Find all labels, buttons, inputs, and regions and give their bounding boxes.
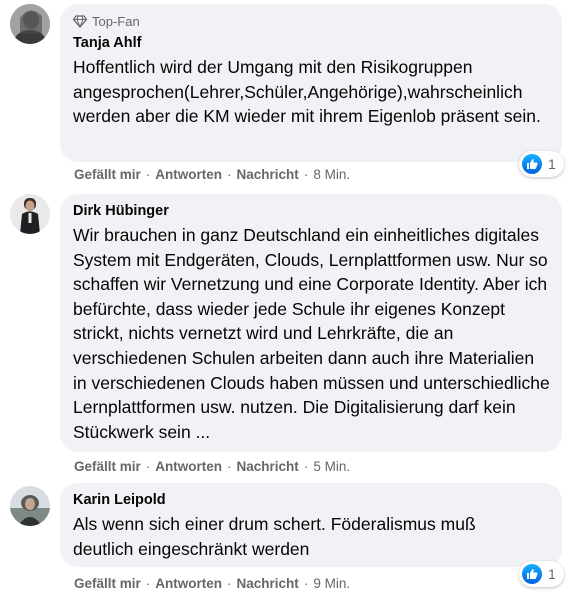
reaction-summary[interactable]: 1 <box>519 151 564 177</box>
comment-bubble: Top-Fan Tanja Ahlf Hoffentlich wird der … <box>60 4 562 162</box>
reply-button[interactable]: Antworten <box>155 167 222 182</box>
reaction-count: 1 <box>548 156 556 172</box>
like-button[interactable]: Gefällt mir <box>74 459 141 474</box>
comment-text: Wir brauchen in ganz Deutschland ein ein… <box>73 225 550 442</box>
comment-text: Hoffentlich wird der Umgang mit den Risi… <box>73 57 541 127</box>
message-button[interactable]: Nachricht <box>237 576 299 591</box>
comment-actions: Gefällt mir · Antworten · Nachricht · 5 … <box>74 456 350 476</box>
comment-timestamp[interactable]: 9 Min. <box>313 576 350 591</box>
badge-label: Top-Fan <box>92 13 140 29</box>
comment-author[interactable]: Tanja Ahlf <box>73 34 550 52</box>
reaction-summary[interactable]: 1 <box>519 561 564 587</box>
comment-text: Als wenn sich einer drum schert. Föderal… <box>73 514 476 559</box>
avatar-photo <box>10 194 50 234</box>
top-fan-badge[interactable]: Top-Fan <box>73 12 550 30</box>
separator: · <box>227 458 232 474</box>
reaction-count: 1 <box>548 566 556 582</box>
thumbs-up-icon <box>522 564 542 584</box>
separator: · <box>145 458 151 474</box>
separator: · <box>227 575 232 591</box>
separator: · <box>145 575 151 591</box>
comment-author[interactable]: Karin Leipold <box>73 491 550 509</box>
separator: · <box>303 458 309 474</box>
separator: · <box>303 575 309 591</box>
avatar[interactable] <box>10 4 50 44</box>
comment-timestamp[interactable]: 5 Min. <box>313 459 350 474</box>
separator: · <box>303 166 309 182</box>
comment-author[interactable]: Dirk Hübinger <box>73 202 550 220</box>
reply-button[interactable]: Antworten <box>155 459 222 474</box>
separator: · <box>145 166 151 182</box>
avatar[interactable] <box>10 486 50 526</box>
avatar-photo <box>10 4 50 44</box>
comment-bubble: Karin Leipold Als wenn sich einer drum s… <box>60 483 562 567</box>
message-button[interactable]: Nachricht <box>237 459 299 474</box>
avatar[interactable] <box>10 194 50 234</box>
separator: · <box>227 166 232 182</box>
message-button[interactable]: Nachricht <box>237 167 299 182</box>
comment-actions: Gefällt mir · Antworten · Nachricht · 9 … <box>74 573 350 593</box>
avatar-photo <box>10 486 50 526</box>
thumbs-up-icon <box>522 154 542 174</box>
reply-button[interactable]: Antworten <box>155 576 222 591</box>
comment-bubble: Dirk Hübinger Wir brauchen in ganz Deuts… <box>60 194 562 452</box>
like-button[interactable]: Gefällt mir <box>74 167 141 182</box>
like-button[interactable]: Gefällt mir <box>74 576 141 591</box>
diamond-icon <box>73 14 87 28</box>
comment-timestamp[interactable]: 8 Min. <box>313 167 350 182</box>
comment-actions: Gefällt mir · Antworten · Nachricht · 8 … <box>74 164 350 184</box>
